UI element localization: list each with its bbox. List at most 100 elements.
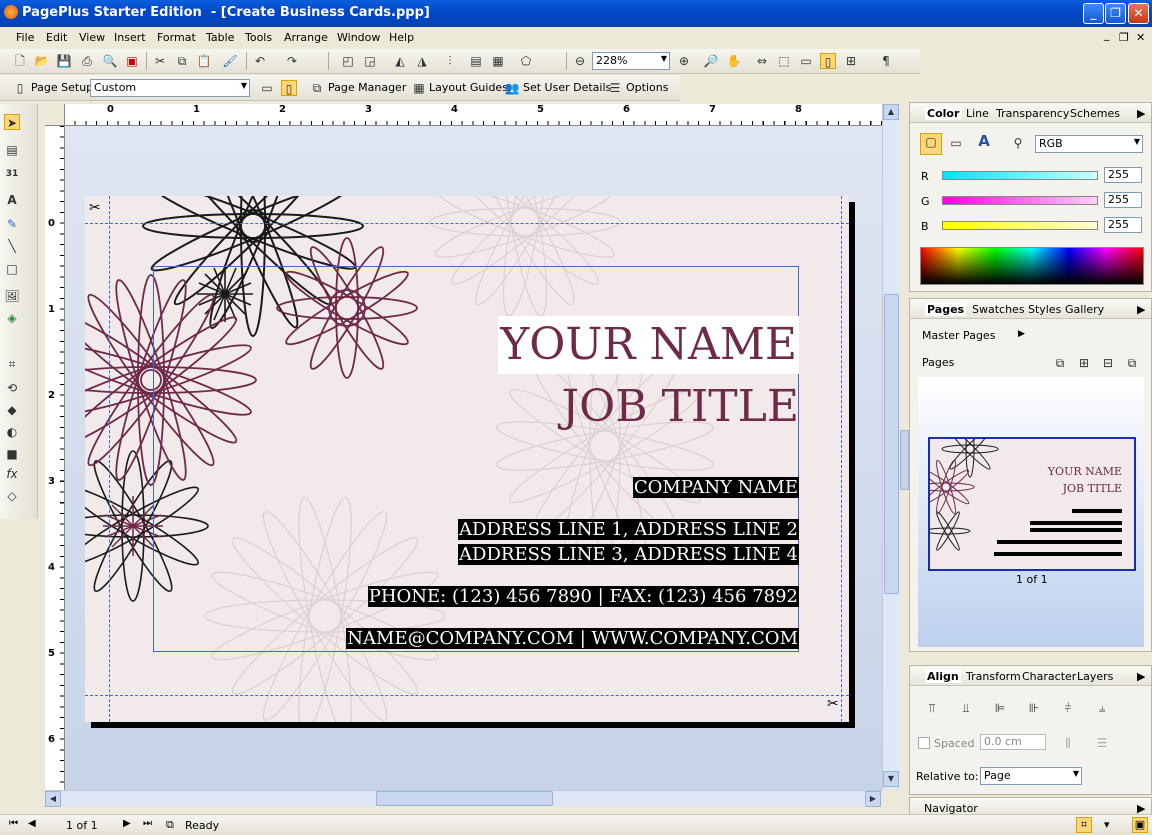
effects-tool-icon[interactable]: fx (4, 466, 20, 482)
send-back-icon[interactable]: ◲ (362, 53, 378, 69)
line-color-icon[interactable]: ▭ (948, 135, 964, 151)
color-model-combo[interactable]: RGB ▼ (1035, 135, 1143, 153)
portrait-icon[interactable]: ▯ (281, 80, 297, 96)
card-company[interactable]: COMPANY NAME (632, 476, 799, 500)
menu-table[interactable]: Table (206, 31, 234, 44)
actual-size-icon[interactable]: ▭ (798, 53, 814, 69)
align-left-icon[interactable]: ⊫ (992, 700, 1008, 716)
prev-page-icon[interactable]: ◀ (28, 818, 36, 829)
distribute-horizontal-icon[interactable]: ⫼ (1060, 735, 1076, 751)
tab-transform[interactable]: Transform (966, 670, 1021, 683)
menu-insert[interactable]: Insert (114, 31, 146, 44)
pointer-tool-icon[interactable]: ➤ (4, 114, 20, 130)
tab-align[interactable]: Align (925, 670, 961, 683)
mdi-restore-button[interactable]: ❐ (1119, 31, 1129, 44)
duplicate-page-icon[interactable]: ⧉ (1124, 355, 1140, 371)
zoom-tool-icon[interactable]: 🔎 (703, 53, 719, 69)
page-setup-button[interactable]: Page Setup (31, 81, 93, 94)
tab-gallery[interactable]: Gallery (1065, 303, 1104, 316)
delete-page-icon[interactable]: ⊟ (1100, 355, 1116, 371)
page-manager-status-icon[interactable]: ⧉ (166, 818, 174, 832)
multi-page-icon[interactable]: ⊞ (843, 53, 859, 69)
next-page-icon[interactable]: ▶ (123, 818, 131, 829)
app-icon[interactable] (4, 5, 18, 19)
set-user-details-button[interactable]: Set User Details (523, 81, 611, 94)
mdi-close-button[interactable]: ✕ (1136, 31, 1145, 44)
page-size-combo[interactable]: Custom ▼ (90, 79, 250, 97)
shadow-tool-icon[interactable]: ■ (4, 446, 20, 462)
minimize-button[interactable]: _ (1083, 3, 1104, 24)
spaced-value[interactable]: 0.0 cm (980, 734, 1046, 750)
close-button[interactable]: ✕ (1128, 3, 1149, 24)
green-value[interactable]: 255 (1104, 192, 1142, 208)
picture-tool-icon[interactable]: 🖼 (4, 288, 20, 304)
redo-icon[interactable]: ↷ (284, 53, 300, 69)
format-painter-icon[interactable]: 🖌 (222, 53, 238, 69)
layout-guides-icon[interactable]: ▦ (411, 80, 427, 96)
crop-tool-icon[interactable]: ⌗ (4, 356, 20, 372)
spaced-checkbox[interactable] (918, 737, 930, 749)
panel-collapse-handle[interactable] (900, 430, 909, 490)
scroll-up-icon[interactable]: ▲ (883, 104, 899, 120)
menu-file[interactable]: File (16, 31, 34, 44)
pasteboard-icon[interactable]: ▣ (1132, 817, 1148, 833)
menu-help[interactable]: Help (389, 31, 414, 44)
tab-styles[interactable]: Styles (1028, 303, 1061, 316)
fill-tool-icon[interactable]: ◆ (4, 402, 20, 418)
line-tool-icon[interactable]: ╲ (4, 238, 20, 254)
open-icon[interactable]: 📂 (34, 53, 50, 69)
page-width-icon[interactable]: ⇔ (754, 53, 770, 69)
tab-schemes[interactable]: Schemes (1070, 107, 1120, 120)
menu-window[interactable]: Window (337, 31, 380, 44)
new-icon[interactable]: 🗋 (12, 53, 28, 69)
horizontal-scrollbar[interactable]: ◀ ▶ (45, 790, 882, 807)
landscape-icon[interactable]: ▭ (259, 80, 275, 96)
view-options-icon[interactable]: ▾ (1104, 818, 1110, 831)
relative-to-combo[interactable]: Page ▼ (980, 767, 1082, 785)
options-icon[interactable]: ☰ (607, 80, 623, 96)
fit-page-icon[interactable]: ▯ (820, 53, 836, 69)
card-name[interactable]: YOUR NAME (498, 316, 799, 374)
align-bottom-icon[interactable]: ⫫ (958, 700, 974, 716)
scroll-left-icon[interactable]: ◀ (45, 791, 61, 807)
distribute-vertical-icon[interactable]: ☰ (1094, 735, 1110, 751)
paste-icon[interactable]: 📋 (196, 53, 212, 69)
expand-arrow-icon[interactable]: ▶ (1018, 329, 1025, 339)
shape-tool-icon[interactable]: □ (4, 261, 20, 277)
fill-color-icon[interactable]: ▢ (920, 133, 942, 155)
align-right-icon[interactable]: ⊪ (1026, 700, 1042, 716)
artistic-text-tool-icon[interactable]: A (4, 192, 20, 208)
align-center-horizontal-icon[interactable]: ⫨ (1094, 700, 1110, 716)
align-top-icon[interactable]: ⫪ (924, 700, 940, 716)
page-manager-icon[interactable]: ⧉ (309, 80, 325, 96)
text-color-icon[interactable]: A (976, 133, 992, 149)
user-details-icon[interactable]: 👥 (504, 80, 520, 96)
tab-line[interactable]: Line (966, 107, 989, 120)
red-slider[interactable] (942, 171, 1098, 180)
workspace[interactable]: ✂ ✂ YOUR NAME JOB TITLE COMPANY NAME ADD… (65, 126, 882, 790)
menu-view[interactable]: View (79, 31, 105, 44)
insert-page-icon[interactable]: ⧉ (1052, 355, 1068, 371)
ungroup-icon[interactable]: ▦ (490, 53, 506, 69)
page-setup-icon[interactable]: ▯ (12, 80, 28, 96)
panel-menu-icon[interactable]: ▶ (1137, 107, 1145, 120)
panel-menu-icon[interactable]: ▶ (1137, 303, 1145, 316)
layout-guides-button[interactable]: Layout Guides (429, 81, 508, 94)
menu-tools[interactable]: Tools (245, 31, 272, 44)
page-manager-button[interactable]: Page Manager (328, 81, 406, 94)
color-picker-icon[interactable]: ⚲ (1010, 135, 1026, 151)
card-email-web[interactable]: NAME@COMPANY.COM | WWW.COMPANY.COM (346, 627, 799, 651)
table-tool-icon[interactable]: 31 (4, 166, 20, 182)
tab-transparency[interactable]: Transparency (996, 107, 1069, 120)
mdi-minimize-button[interactable]: _ (1104, 28, 1110, 41)
card-address-1[interactable]: ADDRESS LINE 1, ADDRESS LINE 2 (458, 518, 799, 542)
shape-icon[interactable]: ⬠ (518, 53, 534, 69)
blue-value[interactable]: 255 (1104, 217, 1142, 233)
card-job-title[interactable]: JOB TITLE (562, 380, 799, 434)
options-button[interactable]: Options (626, 81, 668, 94)
scroll-down-icon[interactable]: ▼ (883, 771, 899, 787)
snap-grid-icon[interactable]: ⌗ (1076, 817, 1092, 833)
business-card-page[interactable]: ✂ ✂ YOUR NAME JOB TITLE COMPANY NAME ADD… (85, 196, 849, 722)
group-icon[interactable]: ▤ (468, 53, 484, 69)
page-of-label[interactable]: 1 of 1 (66, 819, 98, 832)
